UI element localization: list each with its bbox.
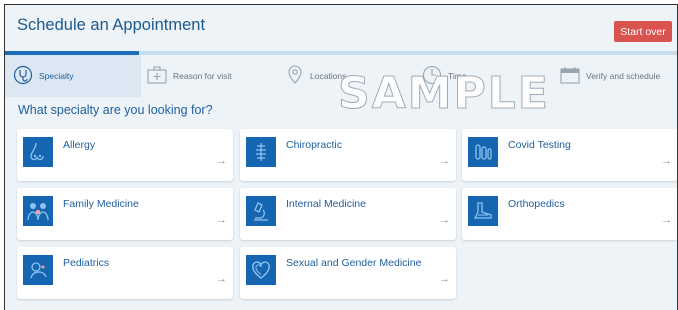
step-label: Verify and schedule xyxy=(586,71,661,81)
nose-icon xyxy=(23,137,53,167)
microscope-icon xyxy=(246,196,276,226)
start-over-button[interactable]: Start over xyxy=(614,21,672,42)
heart-icon xyxy=(246,255,276,285)
baby-icon xyxy=(23,255,53,285)
specialty-card-family-medicine[interactable]: Family Medicine → xyxy=(17,188,233,240)
specialty-card-pediatrics[interactable]: Pediatrics → xyxy=(17,247,233,299)
specialty-card-chiropractic[interactable]: Chiropractic → xyxy=(240,129,456,181)
spine-icon xyxy=(246,137,276,167)
specialty-label: Pediatrics xyxy=(63,257,110,269)
specialty-label: Covid Testing xyxy=(508,139,571,151)
step-time[interactable]: Time xyxy=(422,55,467,97)
section-question: What specialty are you looking for? xyxy=(18,103,213,117)
specialty-card-internal-medicine[interactable]: Internal Medicine → xyxy=(240,188,456,240)
specialty-card-orthopedics[interactable]: Orthopedics → xyxy=(462,188,677,240)
arrow-right-icon: → xyxy=(216,214,227,226)
family-icon xyxy=(23,196,53,226)
clock-icon xyxy=(422,65,442,87)
specialty-card-covid-testing[interactable]: Covid Testing → xyxy=(462,129,677,181)
location-pin-icon xyxy=(286,65,304,87)
specialty-card-allergy[interactable]: Allergy → xyxy=(17,129,233,181)
step-label: Reason for visit xyxy=(173,71,232,81)
foot-bones-icon xyxy=(468,196,498,226)
step-nav: Specialty Reason for visit Locations Tim… xyxy=(5,55,677,97)
specialty-label: Family Medicine xyxy=(63,198,139,210)
arrow-right-icon: → xyxy=(439,214,450,226)
step-specialty[interactable]: Specialty xyxy=(5,55,141,97)
step-label: Specialty xyxy=(39,71,74,81)
stethoscope-icon xyxy=(13,65,33,87)
specialty-label: Internal Medicine xyxy=(286,198,366,210)
step-locations[interactable]: Locations xyxy=(286,55,346,97)
first-aid-kit-icon xyxy=(147,66,167,86)
step-reason[interactable]: Reason for visit xyxy=(147,55,232,97)
header: Schedule an Appointment Start over xyxy=(5,5,677,51)
arrow-right-icon: → xyxy=(216,155,227,167)
specialty-card-sexual-gender-medicine[interactable]: Sexual and Gender Medicine → xyxy=(240,247,456,299)
step-verify[interactable]: Verify and schedule xyxy=(560,55,660,97)
step-label: Time xyxy=(448,71,467,81)
arrow-right-icon: → xyxy=(661,155,672,167)
test-tubes-icon xyxy=(468,137,498,167)
arrow-right-icon: → xyxy=(439,273,450,285)
specialty-label: Sexual and Gender Medicine xyxy=(286,257,422,269)
app-frame: Schedule an Appointment Start over Speci… xyxy=(4,4,678,310)
page-title: Schedule an Appointment xyxy=(17,16,206,34)
specialty-label: Allergy xyxy=(63,139,96,151)
calendar-icon xyxy=(560,66,580,86)
specialty-label: Orthopedics xyxy=(508,198,565,210)
specialty-label: Chiropractic xyxy=(286,139,343,151)
step-label: Locations xyxy=(310,71,347,81)
arrow-right-icon: → xyxy=(216,273,227,285)
arrow-right-icon: → xyxy=(661,214,672,226)
arrow-right-icon: → xyxy=(439,155,450,167)
